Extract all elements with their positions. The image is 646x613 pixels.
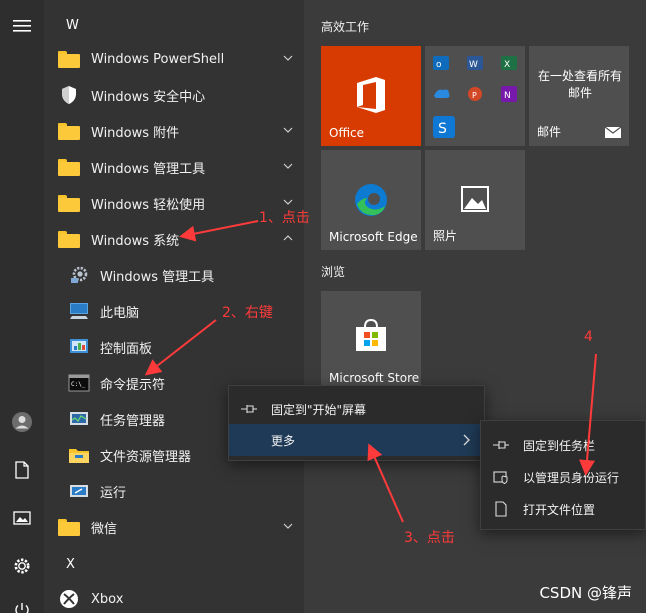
annotation-arrow-3 — [367, 443, 404, 523]
annotation-step-1: 1、点击 — [259, 210, 310, 226]
annotation-step-3: 3、点击 — [404, 530, 455, 546]
annotation-arrows — [144, 220, 597, 523]
watermark: CSDN @锋声 — [539, 584, 632, 602]
annotation-step-2: 2、右键 — [222, 305, 273, 321]
annotation-arrow-2 — [144, 319, 217, 376]
annotation-arrow-1 — [179, 220, 259, 242]
annotation-arrow-4 — [579, 353, 597, 476]
annotation-step-4: 4 — [584, 329, 593, 345]
